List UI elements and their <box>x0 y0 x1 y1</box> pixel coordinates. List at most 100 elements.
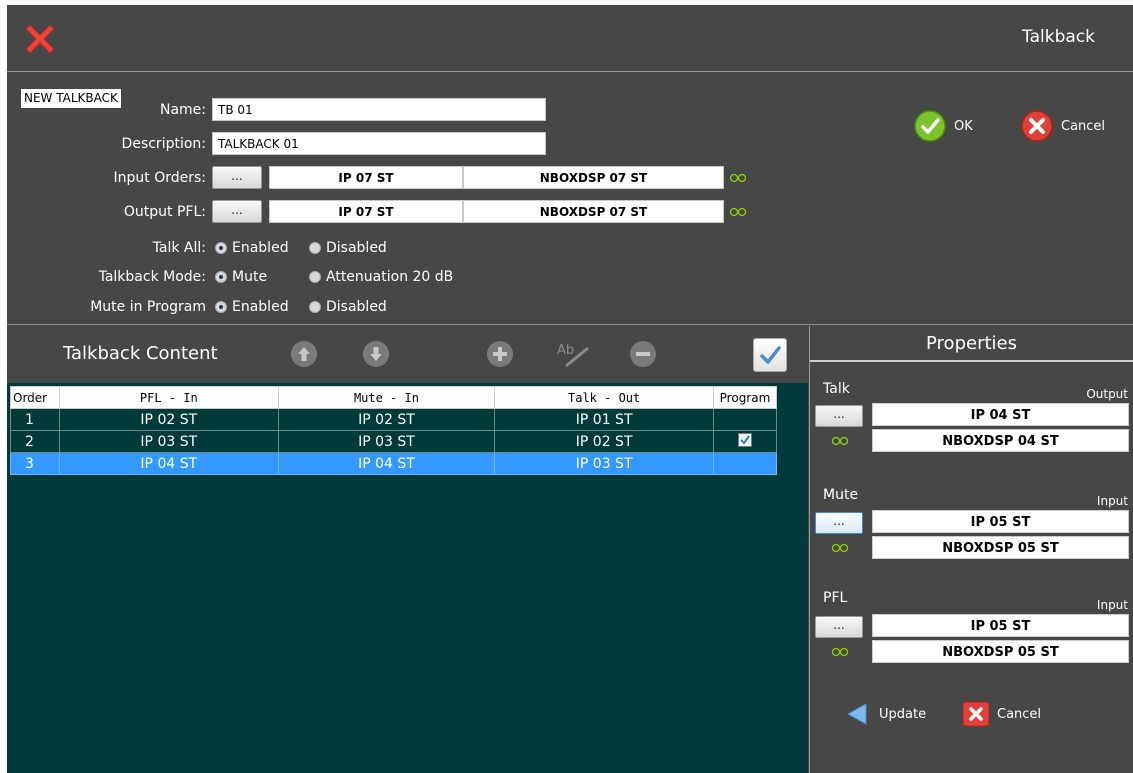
update-label: Update <box>879 706 927 722</box>
mode-attenuation-radio[interactable]: Attenuation 20 dB <box>309 269 453 285</box>
link-icon <box>831 647 849 657</box>
talkback-form: NEW TALKBACK Name: TB 01 Description: TA… <box>7 73 1133 325</box>
order-cell: 2 <box>10 430 60 453</box>
talkback-content-pane: Talkback Content Ab Order PFL - In Mute … <box>7 326 808 773</box>
confirm-check-button[interactable] <box>753 338 787 372</box>
mute-source-field: IP 05 ST <box>872 510 1129 533</box>
talk-all-enabled-radio[interactable]: Enabled <box>215 240 289 256</box>
link-icon <box>729 207 747 217</box>
pfl-in-cell: IP 04 ST <box>58 452 279 475</box>
radio-label: Enabled <box>232 299 289 315</box>
move-down-icon[interactable] <box>362 340 390 368</box>
properties-cancel-button[interactable]: Cancel <box>962 701 1041 727</box>
mute-in-cell: IP 02 ST <box>277 408 496 431</box>
radio-icon <box>309 301 321 313</box>
radio-label: Attenuation 20 dB <box>326 269 454 285</box>
properties-cancel-label: Cancel <box>997 706 1042 722</box>
radio-icon <box>309 271 321 283</box>
rename-icon[interactable]: Ab <box>556 340 592 368</box>
talk-device-field: NBOXDSP 04 ST <box>872 429 1129 452</box>
properties-panel: Properties Talk Output ... IP 04 ST NBOX… <box>809 326 1133 773</box>
radio-label: Enabled <box>232 240 289 256</box>
mute-in-cell: IP 04 ST <box>277 452 496 475</box>
content-toolbar: Talkback Content Ab <box>7 326 808 383</box>
close-icon[interactable] <box>22 21 58 57</box>
ok-label: OK <box>954 118 973 134</box>
link-icon <box>831 543 849 553</box>
talk-browse-button[interactable]: ... <box>815 405 863 427</box>
radio-selected-icon <box>215 242 227 254</box>
remove-icon[interactable] <box>629 340 657 368</box>
order-cell: 1 <box>10 408 60 431</box>
talk-all-label: Talk All: <box>152 240 206 256</box>
talk-section-label: Talk <box>823 381 850 397</box>
output-pfl-label: Output PFL: <box>123 204 206 220</box>
cancel-icon <box>962 701 990 727</box>
pfl-source-field: IP 05 ST <box>872 614 1129 637</box>
talkback-content-table: Order PFL - In Mute - In Talk - Out Prog… <box>10 386 778 475</box>
talk-out-cell: IP 01 ST <box>494 408 714 431</box>
program-cell[interactable] <box>712 408 778 431</box>
cancel-icon <box>1021 110 1053 142</box>
output-pfl-source-field: IP 07 ST <box>269 200 463 223</box>
column-header-talk-out[interactable]: Talk - Out <box>494 386 714 409</box>
title-bar: Talkback <box>7 5 1133 72</box>
table-row[interactable]: 1 IP 02 ST IP 02 ST IP 01 ST <box>10 408 778 431</box>
name-field[interactable]: TB 01 <box>212 98 546 121</box>
radio-label: Disabled <box>326 299 387 315</box>
radio-selected-icon <box>215 271 227 283</box>
mute-browse-button[interactable]: ... <box>815 512 863 534</box>
pfl-browse-button[interactable]: ... <box>815 616 863 638</box>
svg-text:Ab: Ab <box>557 343 574 358</box>
cancel-button[interactable]: Cancel <box>1020 109 1105 143</box>
link-icon <box>831 436 849 446</box>
pfl-device-field: NBOXDSP 05 ST <box>872 640 1129 663</box>
input-orders-device-field: NBOXDSP 07 ST <box>463 166 724 189</box>
content-title: Talkback Content <box>63 343 218 364</box>
input-orders-label: Input Orders: <box>113 170 207 186</box>
mute-direction-label: Input <box>1096 494 1128 508</box>
talk-out-cell: IP 03 ST <box>494 452 714 475</box>
move-up-icon[interactable] <box>290 340 318 368</box>
input-orders-browse-button[interactable]: ... <box>212 166 262 189</box>
name-label: Name: <box>159 102 206 118</box>
output-pfl-device-field: NBOXDSP 07 ST <box>463 200 724 223</box>
column-header-mute-in[interactable]: Mute - In <box>277 386 496 409</box>
output-pfl-browse-button[interactable]: ... <box>212 200 262 223</box>
talk-all-disabled-radio[interactable]: Disabled <box>309 240 387 256</box>
window-title: Talkback <box>1022 27 1095 47</box>
mode-mute-radio[interactable]: Mute <box>215 269 267 285</box>
talkback-window: Talkback NEW TALKBACK Name: TB 01 Descri… <box>7 5 1133 773</box>
column-header-order[interactable]: Order <box>10 386 60 409</box>
program-cell[interactable] <box>712 430 778 453</box>
table-header-row: Order PFL - In Mute - In Talk - Out Prog… <box>10 386 778 409</box>
talk-source-field: IP 04 ST <box>872 403 1129 426</box>
mute-program-disabled-radio[interactable]: Disabled <box>309 299 387 315</box>
mute-device-field: NBOXDSP 05 ST <box>872 536 1129 559</box>
column-header-pfl-in[interactable]: PFL - In <box>58 386 279 409</box>
program-checkbox-checked-icon[interactable] <box>737 432 752 447</box>
mute-section-label: Mute <box>823 487 859 503</box>
ok-button[interactable]: OK <box>913 109 973 143</box>
new-talkback-badge: NEW TALKBACK <box>21 89 121 108</box>
add-icon[interactable] <box>486 340 514 368</box>
table-row[interactable]: 2 IP 03 ST IP 03 ST IP 02 ST <box>10 430 778 453</box>
mute-program-enabled-radio[interactable]: Enabled <box>215 299 289 315</box>
check-icon <box>914 110 946 142</box>
program-cell[interactable] <box>712 452 778 475</box>
mute-in-cell: IP 03 ST <box>277 430 496 453</box>
column-header-program[interactable]: Program <box>712 386 778 409</box>
table-row-selected[interactable]: 3 IP 04 ST IP 04 ST IP 03 ST <box>10 452 778 475</box>
update-button[interactable]: Update <box>844 701 926 727</box>
talk-out-cell: IP 02 ST <box>494 430 714 453</box>
talkback-mode-label: Talkback Mode: <box>98 269 206 285</box>
radio-selected-icon <box>215 301 227 313</box>
update-arrow-icon <box>846 703 867 725</box>
pfl-direction-label: Input <box>1096 598 1128 612</box>
properties-title: Properties <box>810 326 1133 362</box>
pfl-in-cell: IP 02 ST <box>58 408 279 431</box>
radio-icon <box>309 242 321 254</box>
input-orders-source-field: IP 07 ST <box>269 166 463 189</box>
pfl-section-label: PFL <box>823 590 848 606</box>
description-field[interactable]: TALKBACK 01 <box>212 132 546 155</box>
